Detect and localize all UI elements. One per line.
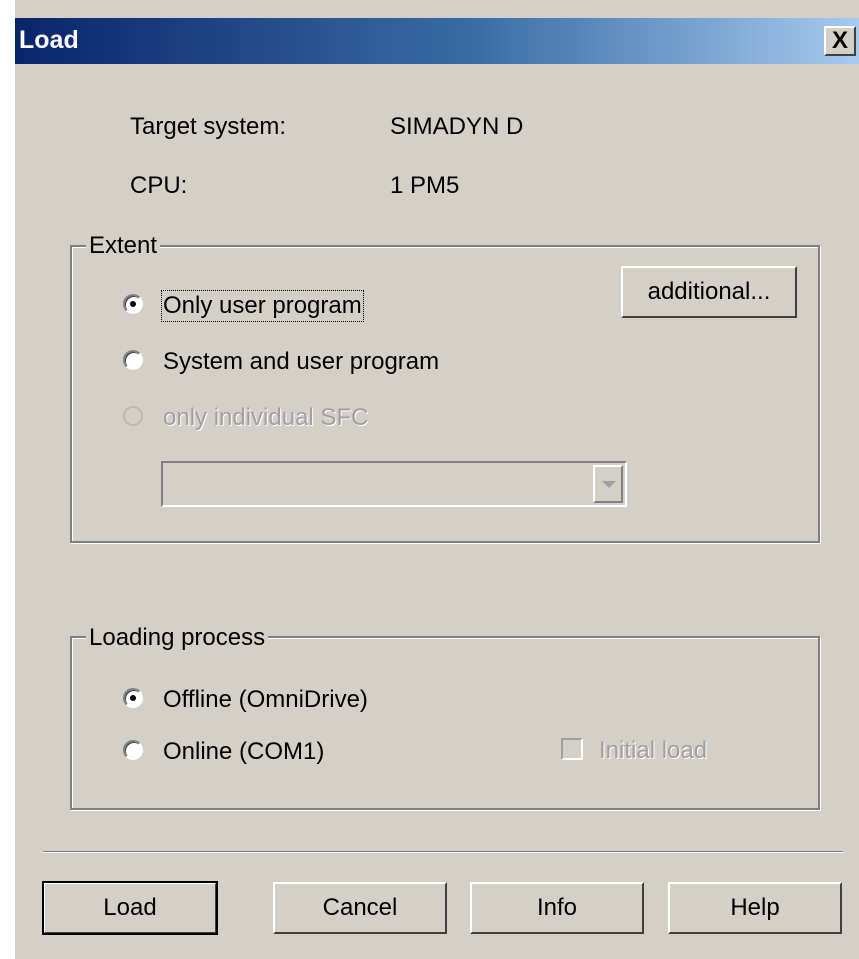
close-button[interactable]: X xyxy=(824,26,856,56)
online-com1-radio[interactable] xyxy=(123,740,143,760)
online-com1-label[interactable]: Online (COM1) xyxy=(163,738,324,766)
separator xyxy=(43,851,843,853)
load-dialog: Load X Target system: SIMADYN D CPU: 1 P… xyxy=(14,0,859,959)
loading-process-legend: Loading process xyxy=(86,624,269,652)
initial-load-label: Initial load xyxy=(599,737,708,764)
only-individual-sfc-label: only individual SFC xyxy=(163,404,369,431)
system-and-user-program-label[interactable]: System and user program xyxy=(163,348,439,376)
only-user-program-radio[interactable] xyxy=(123,294,143,314)
load-button[interactable]: Load xyxy=(42,881,218,935)
additional-button[interactable]: additional... xyxy=(621,266,797,318)
cpu-label: CPU: xyxy=(130,172,188,199)
title-bar[interactable]: Load X xyxy=(15,18,859,64)
info-button[interactable]: Info xyxy=(470,882,644,934)
cpu-value: 1 PM5 xyxy=(390,172,460,199)
system-and-user-program-radio[interactable] xyxy=(123,350,143,370)
offline-omnidrive-label[interactable]: Offline (OmniDrive) xyxy=(163,686,368,714)
chevron-down-icon xyxy=(593,465,623,503)
dialog-title: Load xyxy=(19,26,79,54)
radio-selected-dot xyxy=(130,695,136,701)
help-button[interactable]: Help xyxy=(668,882,842,934)
initial-load-checkbox xyxy=(561,738,583,760)
target-system-label: Target system: xyxy=(130,113,287,140)
only-user-program-label[interactable]: Only user program xyxy=(161,290,364,322)
offline-omnidrive-radio[interactable] xyxy=(123,688,143,708)
only-individual-sfc-radio xyxy=(123,406,143,426)
radio-selected-dot xyxy=(130,301,136,307)
extent-legend: Extent xyxy=(86,232,161,260)
loading-process-group xyxy=(70,636,820,810)
sfc-select xyxy=(161,461,627,507)
target-system-value: SIMADYN D xyxy=(390,113,524,140)
cancel-button[interactable]: Cancel xyxy=(273,882,447,934)
